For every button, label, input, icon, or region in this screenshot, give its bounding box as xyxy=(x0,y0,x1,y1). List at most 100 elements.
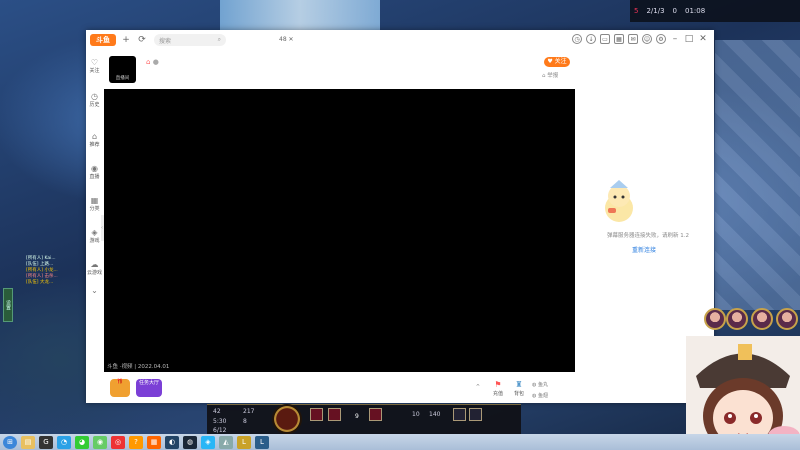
sidebar-item-history[interactable]: ◷ 历史 xyxy=(86,92,103,108)
item-slot[interactable] xyxy=(469,408,482,421)
sidebar-item-label: 直播 xyxy=(89,174,100,180)
download-icon[interactable]: ↓ xyxy=(586,34,596,44)
new-tab-icon[interactable]: + xyxy=(120,34,132,46)
game-launcher-icon[interactable]: G xyxy=(39,435,53,449)
category-icon: ▦ xyxy=(90,196,99,205)
user-icon[interactable]: ☺ xyxy=(642,34,652,44)
follow-button[interactable]: ♥ 关注 xyxy=(544,57,570,67)
mascot-girl-icon xyxy=(605,180,633,222)
hud-score: 2/1/3 xyxy=(646,7,665,15)
ability-slot-q[interactable] xyxy=(310,408,323,421)
window-controls: ◷ ↓ ▭ ▦ ✉ ☺ ⚙ – □ ✕ xyxy=(572,34,708,44)
game-bottom-hud: 42 217 5:30 8 6/12 9 10 140 xyxy=(207,404,521,435)
chat-line: [队伍] 大龙... xyxy=(26,280,54,285)
start-button-icon[interactable]: ⊞ xyxy=(3,435,17,449)
search-icon[interactable]: ⌕ xyxy=(218,36,221,44)
title-bar: 斗鱼 + ⟳ 搜索 ⌕ 48 ✕ ◷ ↓ ▭ ▦ ✉ ☺ ⚙ – □ ✕ xyxy=(86,30,714,50)
refresh-icon[interactable]: ⟳ xyxy=(136,34,148,46)
backpack-button[interactable]: ♜ 背包 xyxy=(511,380,527,397)
game-client-icon[interactable]: ◭ xyxy=(219,435,233,449)
expand-up-icon[interactable]: ⌃ xyxy=(475,383,481,391)
tab-label: 48 xyxy=(279,36,287,43)
calendar-icon[interactable]: ▦ xyxy=(614,34,624,44)
level-icon: ● xyxy=(152,58,159,66)
file-explorer-icon[interactable]: ▤ xyxy=(21,435,35,449)
game-top-hud: 5 2/1/3 0 01:08 xyxy=(630,0,800,22)
hud-value-c: 140 xyxy=(429,411,441,418)
home-icon: ⌂ xyxy=(91,132,98,141)
close-icon[interactable]: ✕ xyxy=(698,34,708,44)
hud-time: 5:30 xyxy=(213,418,227,425)
follow-label: 关注 xyxy=(554,58,567,65)
maximize-icon[interactable]: □ xyxy=(684,34,694,44)
hud-gold: 217 xyxy=(243,408,255,415)
hud-kills: 42 xyxy=(213,408,221,415)
douyu-logo[interactable]: 斗鱼 xyxy=(90,34,116,46)
chat-connection-notice: 弹幕服务器连接失败，请刷新 1.2 xyxy=(607,233,689,239)
ability-slot-w[interactable] xyxy=(328,408,341,421)
steam-icon[interactable]: ◍ xyxy=(183,435,197,449)
task-hall-label: 任务大厅 xyxy=(138,380,159,386)
douyu-app-icon[interactable]: ? xyxy=(129,435,143,449)
sidebar-item-label: 关注 xyxy=(89,68,100,74)
sidebar-item-label: 云游戏 xyxy=(86,270,102,276)
obs-icon[interactable]: ◐ xyxy=(165,435,179,449)
wechat-icon[interactable]: ◕ xyxy=(75,435,89,449)
fishfin-item[interactable]: ◍ 鱼翅 xyxy=(532,392,548,399)
champion-portrait xyxy=(776,308,798,330)
recharge-icon: ⚑ xyxy=(494,380,502,389)
live-icon: ◉ xyxy=(91,164,98,173)
streamer-avatar[interactable]: 直播间 xyxy=(109,56,136,83)
sidebar-item-label: 分类 xyxy=(89,206,100,212)
settings-gear-icon[interactable]: ⚙ xyxy=(656,34,666,44)
item-slot[interactable] xyxy=(453,408,466,421)
report-button[interactable]: ⌂ 举报 xyxy=(542,71,558,79)
qq-icon[interactable]: ◔ xyxy=(57,435,71,449)
sidebar-item-recommend[interactable]: ⌂ 推荐 xyxy=(86,132,103,148)
champion-portrait xyxy=(751,308,773,330)
reconnect-link[interactable]: 重新连接 xyxy=(632,245,656,254)
champion-portrait xyxy=(726,308,748,330)
sidebar-item-follow[interactable]: ♡ 关注 xyxy=(86,58,103,74)
backpack-label: 背包 xyxy=(513,391,524,397)
sidebar-item-label: 推荐 xyxy=(89,142,100,148)
game-side-tab[interactable]: 设置 xyxy=(3,288,13,322)
hud-value-b: 10 xyxy=(412,411,420,418)
netease-music-icon[interactable]: ◎ xyxy=(111,435,125,449)
recharge-button[interactable]: ⚑ 充值 xyxy=(490,380,506,397)
vtuber-avatar xyxy=(686,336,800,450)
douyu-client-window: 斗鱼 + ⟳ 搜索 ⌕ 48 ✕ ◷ ↓ ▭ ▦ ✉ ☺ ⚙ – □ ✕ ♡ 关注… xyxy=(86,30,714,403)
avatar-label: 直播间 xyxy=(115,76,130,81)
windows-taskbar: ⊞ ▤ G ◔ ◕ ◉ ◎ ? ▦ ◐ ◍ ◈ ◭ L L xyxy=(0,434,800,450)
sidebar-item-live[interactable]: ◉ 直播 xyxy=(86,164,103,180)
fishball-item[interactable]: ◍ 鱼丸 xyxy=(532,381,548,388)
search-input[interactable]: 搜索 ⌕ xyxy=(154,34,226,46)
video-player[interactable]: 斗鱼 ·视频 | 2022.04.01 xyxy=(104,89,575,372)
history-icon: ◷ xyxy=(91,92,98,101)
gift-box-icon[interactable]: 🎁 xyxy=(110,379,130,397)
champion-hud-portrait xyxy=(272,404,302,434)
tab-indicator[interactable]: 48 ✕ xyxy=(279,36,294,43)
sidebar-item-category[interactable]: ▦ 分类 xyxy=(86,196,103,212)
ability-slot-e[interactable] xyxy=(369,408,382,421)
recharge-label: 充值 xyxy=(492,391,503,397)
message-icon[interactable]: ✉ xyxy=(628,34,638,44)
chat-app-icon[interactable]: ◉ xyxy=(93,435,107,449)
video-app-icon[interactable]: ◈ xyxy=(201,435,215,449)
sidebar-item-cloud-game[interactable]: ☁ 云游戏 xyxy=(86,260,103,276)
streamer-badges: ⌂ ● xyxy=(146,58,159,66)
league-client-icon[interactable]: L xyxy=(237,435,251,449)
game-background-floor xyxy=(715,40,800,310)
history-clock-icon[interactable]: ◷ xyxy=(572,34,582,44)
task-hall-button[interactable]: 任务大厅 xyxy=(136,379,162,397)
league-game-icon[interactable]: L xyxy=(255,435,269,449)
screen-icon[interactable]: ▭ xyxy=(600,34,610,44)
backpack-icon: ♜ xyxy=(515,380,523,389)
hud-level: 8 xyxy=(243,418,247,425)
douyu-live-icon[interactable]: ▦ xyxy=(147,435,161,449)
heart-icon: ♡ xyxy=(90,58,99,67)
chevron-down-icon: ⌄ xyxy=(91,286,98,295)
sidebar-more[interactable]: ⌄ xyxy=(86,286,103,295)
champion-portrait xyxy=(704,308,726,330)
minimize-icon[interactable]: – xyxy=(670,34,680,44)
